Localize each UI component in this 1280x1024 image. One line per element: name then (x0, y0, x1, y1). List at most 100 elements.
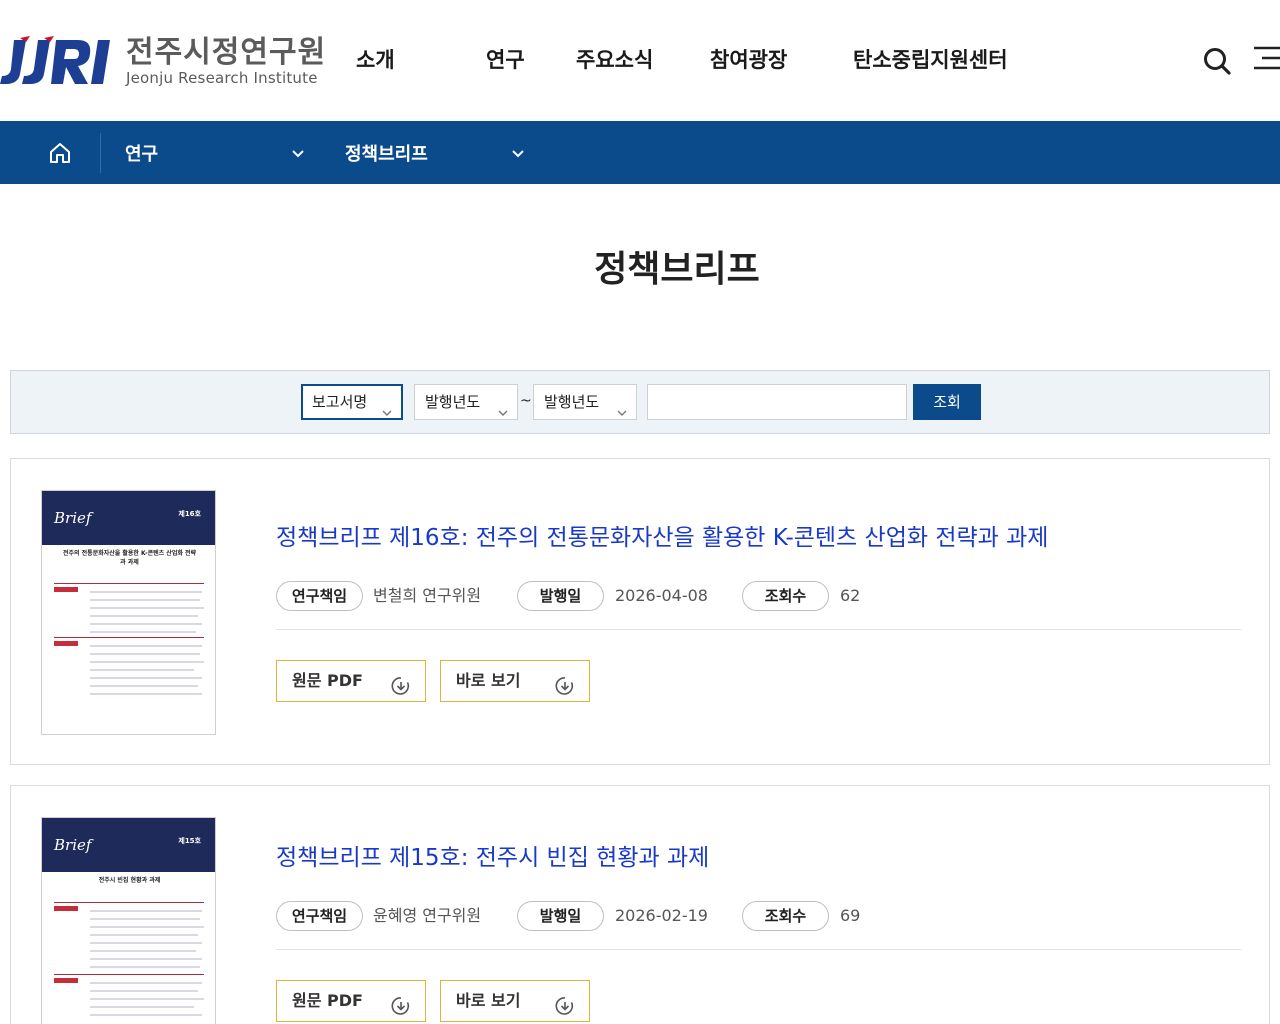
thumbnail-issue-number: 제15호 (178, 837, 201, 845)
thumbnail-text-line (90, 685, 198, 687)
location-level2-label: 정책브리프 (345, 143, 428, 165)
thumbnail-text-line (90, 1006, 194, 1008)
report-title-link[interactable]: 정책브리프 제15호: 전주시 빈집 현황과 과제 (276, 841, 709, 875)
quick-view-button[interactable]: 바로 보기 (440, 660, 590, 702)
pdf-download-label: 원문 PDF (292, 991, 363, 1010)
thumbnail-text-line (90, 990, 198, 992)
site-logo[interactable]: 전주시정연구원 Jeonju Research Institute (0, 34, 326, 90)
report-author: 윤혜영 연구위원 (373, 906, 482, 925)
thumbnail-brand: Brief (54, 836, 92, 854)
location-bar: 연구 정책브리프 (0, 121, 1280, 184)
year-range-separator: ~ (520, 393, 532, 409)
thumbnail-issue-number: 제16호 (178, 510, 201, 518)
pdf-download-button[interactable]: 원문 PDF (276, 660, 426, 702)
logo-english-name: Jeonju Research Institute (126, 69, 318, 87)
thumbnail-rule (54, 902, 204, 903)
thumbnail-rule (54, 974, 204, 975)
thumbnail-title: 전주의 전통문화자산을 활용한 K-콘텐츠 산업화 전략과 과제 (63, 550, 196, 566)
chevron-down-icon (291, 145, 305, 166)
thumbnail-text-line (90, 623, 202, 625)
quick-view-label: 바로 보기 (456, 671, 521, 690)
nav-item-about[interactable]: 소개 (356, 44, 395, 76)
search-field-select-value: 보고서명 (312, 393, 368, 411)
search-field-select[interactable]: 보고서명 (301, 384, 403, 420)
report-title-link[interactable]: 정책브리프 제16호: 전주의 전통문화자산을 활용한 K-콘텐츠 산업화 전략… (276, 521, 1048, 555)
jjri-logo-mark (0, 36, 118, 88)
thumbnail-text-line (90, 950, 196, 952)
thumbnail-section-marker (54, 641, 78, 646)
thumbnail-text-line (90, 934, 198, 936)
search-submit-button[interactable]: 조회 (913, 384, 981, 420)
thumbnail-text-line (90, 677, 202, 679)
pdf-download-label: 원문 PDF (292, 671, 363, 690)
thumbnail-text-line (90, 1014, 202, 1016)
author-badge: 연구책임 (276, 901, 363, 931)
report-views: 69 (840, 906, 861, 925)
chevron-down-icon (381, 398, 393, 430)
thumbnail-rule (54, 637, 204, 638)
thumbnail-text-line (90, 693, 202, 695)
search-panel: 보고서명 발행년도 ~ 발행년도 조회 (10, 370, 1270, 434)
meta-divider (276, 949, 1241, 950)
views-badge: 조회수 (742, 901, 829, 931)
thumbnail-section-marker (54, 906, 78, 911)
author-badge: 연구책임 (276, 581, 363, 611)
thumbnail-text-line (90, 645, 202, 647)
report-date: 2026-04-08 (615, 586, 708, 605)
report-meta: 연구책임 윤혜영 연구위원 발행일 2026-02-19 조회수 69 (276, 901, 1241, 931)
thumbnail-text-line (90, 653, 200, 655)
thumbnail-text-line (90, 982, 202, 984)
chevron-down-icon (511, 145, 525, 166)
nav-item-research[interactable]: 연구 (486, 44, 525, 76)
thumbnail-brand: Brief (54, 509, 92, 527)
location-divider (100, 133, 101, 173)
report-author: 변철희 연구위원 (373, 586, 482, 605)
location-level1-label: 연구 (125, 143, 159, 165)
thumbnail-text-line (90, 910, 202, 912)
year-from-value: 발행년도 (425, 393, 481, 411)
year-from-select[interactable]: 발행년도 (414, 384, 518, 420)
chevron-down-icon (616, 397, 628, 431)
date-badge: 발행일 (517, 901, 604, 931)
nav-item-participation[interactable]: 참여광장 (710, 44, 787, 76)
thumbnail-text-line (90, 591, 202, 593)
report-date: 2026-02-19 (615, 906, 708, 925)
thumbnail-text-line (90, 942, 202, 944)
logo-text: 전주시정연구원 Jeonju Research Institute (126, 35, 327, 88)
thumbnail-text-line (90, 918, 200, 920)
nav-item-news[interactable]: 주요소식 (576, 44, 653, 76)
search-icon[interactable] (1200, 44, 1234, 78)
download-icon (391, 671, 411, 711)
date-badge: 발행일 (517, 581, 604, 611)
site-header: 전주시정연구원 Jeonju Research Institute 소개 연구 … (0, 0, 1280, 121)
thumbnail-text-line (90, 599, 200, 601)
download-icon (391, 991, 411, 1024)
download-icon (555, 991, 575, 1024)
year-to-select[interactable]: 발행년도 (533, 384, 637, 420)
meta-divider (276, 629, 1241, 630)
report-meta: 연구책임 변철희 연구위원 발행일 2026-04-08 조회수 62 (276, 581, 1241, 611)
thumbnail-title: 전주시 빈집 현황과 과제 (98, 877, 161, 884)
location-select-level1[interactable]: 연구 (125, 121, 305, 184)
thumbnail-text-line (90, 607, 204, 609)
report-views: 62 (840, 586, 861, 605)
thumbnail-text-line (90, 958, 202, 960)
location-select-level2[interactable]: 정책브리프 (345, 121, 525, 184)
logo-korean-name: 전주시정연구원 (126, 35, 327, 70)
thumbnail-text-line (90, 631, 196, 633)
hamburger-menu-icon[interactable] (1250, 44, 1280, 74)
report-thumbnail[interactable]: Brief 제15호 전주시 빈집 현황과 과제 (41, 817, 216, 1024)
report-card: Brief 제15호 전주시 빈집 현황과 과제 정책브리프 제15호: 전주시… (10, 785, 1270, 1024)
nav-item-carbon-center[interactable]: 탄소중립지원센터 (853, 44, 1008, 76)
home-icon[interactable] (20, 121, 100, 184)
thumbnail-text-line (90, 661, 204, 663)
report-card: Brief 제16호 전주의 전통문화자산을 활용한 K-콘텐츠 산업화 전략과… (10, 458, 1270, 765)
pdf-download-button[interactable]: 원문 PDF (276, 980, 426, 1022)
chevron-down-icon (497, 397, 509, 431)
search-keyword-input[interactable] (647, 384, 907, 420)
thumbnail-rule (54, 583, 204, 584)
quick-view-button[interactable]: 바로 보기 (440, 980, 590, 1022)
thumbnail-section-marker (54, 587, 78, 592)
thumbnail-text-line (90, 615, 198, 617)
report-thumbnail[interactable]: Brief 제16호 전주의 전통문화자산을 활용한 K-콘텐츠 산업화 전략과… (41, 490, 216, 735)
